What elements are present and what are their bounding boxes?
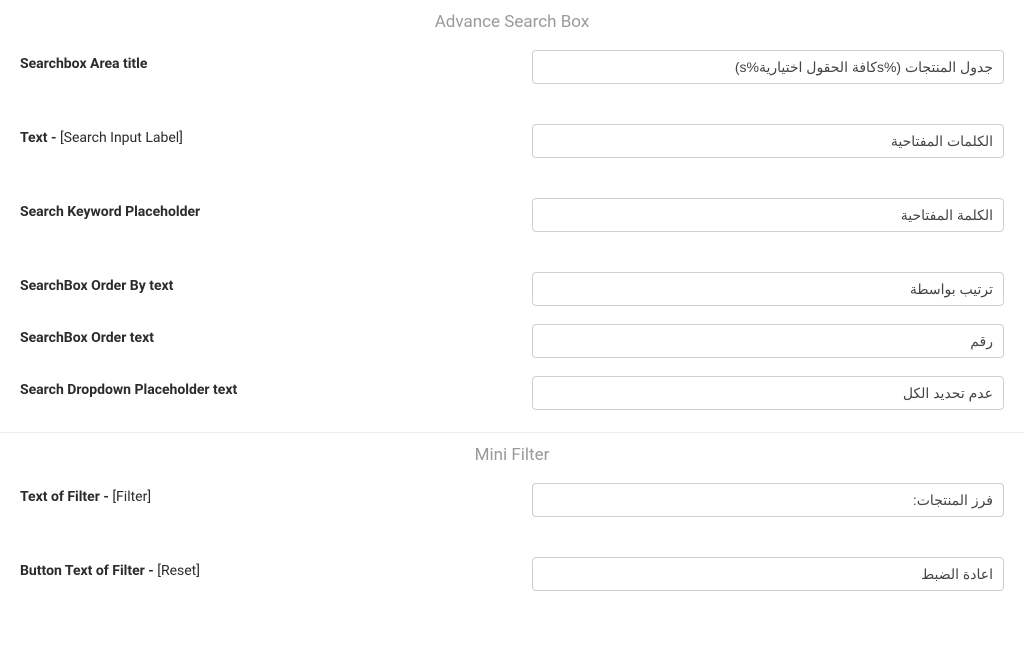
advance-search-section: Advance Search Box Searchbox Area title … xyxy=(0,0,1024,433)
label-order-by: SearchBox Order By text xyxy=(20,272,532,294)
input-text-of-filter[interactable] xyxy=(532,483,1004,517)
input-wrap-dropdown-placeholder xyxy=(532,376,1004,410)
input-wrap-area-title xyxy=(532,50,1004,84)
label-keyword-placeholder: Search Keyword Placeholder xyxy=(20,198,532,220)
label-text-of-filter-sub: [Filter] xyxy=(112,489,151,505)
row-dropdown-placeholder: Search Dropdown Placeholder text xyxy=(0,376,1024,410)
input-order[interactable] xyxy=(532,324,1004,358)
input-dropdown-placeholder[interactable] xyxy=(532,376,1004,410)
label-text-of-filter: Text of Filter - [Filter] xyxy=(20,483,532,505)
label-order: SearchBox Order text xyxy=(20,324,532,346)
row-order: SearchBox Order text xyxy=(0,324,1024,358)
mini-filter-section: Mini Filter Text of Filter - [Filter] Bu… xyxy=(0,433,1024,611)
label-input-label-main: Text - xyxy=(20,130,60,146)
label-input-label: Text - [Search Input Label] xyxy=(20,124,532,146)
row-input-label: Text - [Search Input Label] xyxy=(0,124,1024,158)
label-button-text-sub: [Reset] xyxy=(157,563,200,579)
label-text-of-filter-main: Text of Filter - xyxy=(20,489,112,505)
row-keyword-placeholder: Search Keyword Placeholder xyxy=(0,198,1024,232)
input-wrap-order xyxy=(532,324,1004,358)
input-search-input-label[interactable] xyxy=(532,124,1004,158)
label-area-title: Searchbox Area title xyxy=(20,50,532,72)
input-wrap-text-of-filter xyxy=(532,483,1004,517)
row-area-title: Searchbox Area title xyxy=(0,50,1024,84)
mini-filter-heading: Mini Filter xyxy=(0,433,1024,483)
input-area-title[interactable] xyxy=(532,50,1004,84)
label-button-text: Button Text of Filter - [Reset] xyxy=(20,557,532,579)
input-button-text[interactable] xyxy=(532,557,1004,591)
input-wrap-button-text xyxy=(532,557,1004,591)
input-order-by[interactable] xyxy=(532,272,1004,306)
row-button-text: Button Text of Filter - [Reset] xyxy=(0,557,1024,591)
label-input-label-sub: [Search Input Label] xyxy=(60,130,183,146)
row-order-by: SearchBox Order By text xyxy=(0,272,1024,306)
input-wrap-keyword-placeholder xyxy=(532,198,1004,232)
input-wrap-order-by xyxy=(532,272,1004,306)
row-text-of-filter: Text of Filter - [Filter] xyxy=(0,483,1024,517)
label-button-text-main: Button Text of Filter - xyxy=(20,563,157,579)
input-keyword-placeholder[interactable] xyxy=(532,198,1004,232)
advance-search-heading: Advance Search Box xyxy=(0,0,1024,50)
label-dropdown-placeholder: Search Dropdown Placeholder text xyxy=(20,376,532,398)
input-wrap-input-label xyxy=(532,124,1004,158)
